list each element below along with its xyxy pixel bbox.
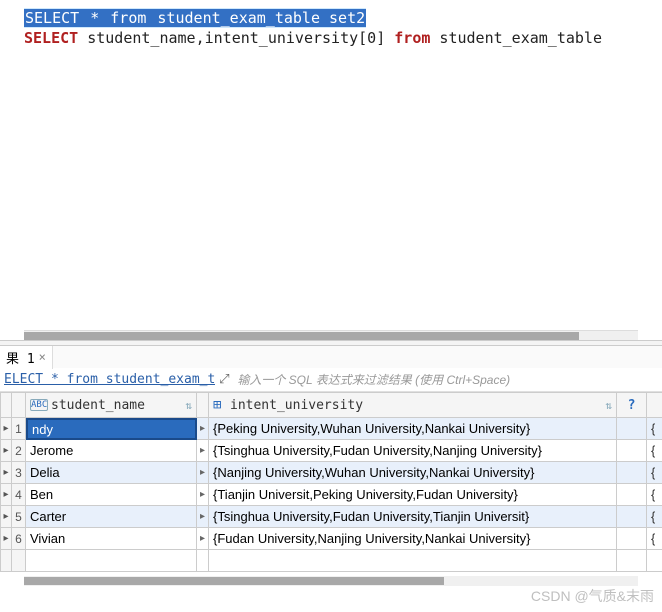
cell-name[interactable]: Carter: [26, 506, 197, 528]
row-marker-header: [0, 392, 12, 418]
cell-university[interactable]: {Tianjin Universit,Peking University,Fud…: [209, 484, 617, 506]
watermark: CSDN @气质&末雨: [531, 586, 654, 606]
cell-gap: [617, 506, 647, 528]
cell-name[interactable]: Ben: [26, 484, 197, 506]
row-number[interactable]: 5: [12, 506, 26, 528]
cell-name[interactable]: Jerome: [26, 440, 197, 462]
cell-edge: [655, 440, 662, 462]
empty-cell: [26, 550, 197, 572]
filter-icon[interactable]: ⇅: [185, 399, 192, 412]
cell-name[interactable]: Delia: [26, 462, 197, 484]
empty-cell: [617, 550, 647, 572]
cell-edge: [655, 528, 662, 550]
help-header[interactable]: ?: [617, 392, 647, 418]
cell-university[interactable]: {Fudan University,Nanjing University,Nan…: [209, 528, 617, 550]
results-grid: ABC student_name ⇅ intent_university ⇅ ?…: [0, 392, 662, 572]
cell-edge: [655, 484, 662, 506]
sql-preview: ELECT * from student_exam_t: [0, 372, 215, 387]
cell-edge: [655, 506, 662, 528]
empty-cell: [655, 550, 662, 572]
row-marker: ▸: [0, 418, 12, 440]
expand-header: [197, 392, 209, 418]
expand-icon[interactable]: ▸: [197, 528, 209, 550]
row-marker: ▸: [0, 506, 12, 528]
row-number[interactable]: 1: [12, 418, 26, 440]
cell-gap: [617, 440, 647, 462]
close-icon[interactable]: ×: [39, 350, 46, 364]
row-number[interactable]: 6: [12, 528, 26, 550]
extra-col-header2: [655, 392, 662, 418]
expand-icon[interactable]: ▸: [197, 418, 209, 440]
result-tab-1[interactable]: 果 1 ×: [0, 346, 53, 369]
cell-name[interactable]: ndy: [26, 418, 197, 440]
array-type-icon: [213, 398, 227, 412]
sql-editor[interactable]: SELECT * from student_exam_table set2 SE…: [0, 0, 662, 330]
cell-gap: [617, 528, 647, 550]
row-number[interactable]: 2: [12, 440, 26, 462]
row-number[interactable]: 4: [12, 484, 26, 506]
sql-keyword-from: from: [109, 9, 147, 27]
expand-icon[interactable]: ▸: [197, 506, 209, 528]
cell-university[interactable]: {Nanjing University,Wuhan University,Nan…: [209, 462, 617, 484]
empty-cell: [209, 550, 617, 572]
row-number: [12, 550, 26, 572]
cell-university[interactable]: {Tsinghua University,Fudan University,Ti…: [209, 506, 617, 528]
grid-horizontal-scrollbar[interactable]: [24, 576, 638, 586]
editor-horizontal-scrollbar[interactable]: [24, 330, 638, 340]
row-marker: ▸: [0, 462, 12, 484]
column-header-univ[interactable]: intent_university ⇅: [209, 392, 617, 418]
filter-icon[interactable]: ⇅: [605, 399, 612, 412]
row-marker: [0, 550, 12, 572]
cell-gap: [617, 462, 647, 484]
row-marker: ▸: [0, 528, 12, 550]
cell-edge: [655, 418, 662, 440]
text-type-icon: ABC: [30, 399, 48, 411]
cell-university[interactable]: {Tsinghua University,Fudan University,Na…: [209, 440, 617, 462]
row-marker: ▸: [0, 484, 12, 506]
cell-name[interactable]: Vivian: [26, 528, 197, 550]
cell-gap: [617, 418, 647, 440]
column-header-name[interactable]: ABC student_name ⇅: [26, 392, 197, 418]
row-marker: ▸: [0, 440, 12, 462]
sql-keyword-select: SELECT: [24, 29, 78, 47]
expand-icon[interactable]: ▸: [197, 462, 209, 484]
sql-keyword-from: from: [394, 29, 430, 47]
expand-icon[interactable]: ⤢: [215, 372, 233, 387]
sql-keyword-select: SELECT: [24, 9, 80, 27]
expand-icon[interactable]: ▸: [197, 440, 209, 462]
cell-gap: [617, 484, 647, 506]
expand-icon[interactable]: ▸: [197, 484, 209, 506]
tab-label: 果 1: [6, 348, 35, 367]
filter-bar: ELECT * from student_exam_t ⤢ 输入一个 SQL 表…: [0, 368, 662, 392]
cell-university[interactable]: {Peking University,Wuhan University,Nank…: [209, 418, 617, 440]
empty-cell: [197, 550, 209, 572]
cell-edge: [655, 462, 662, 484]
row-number-header: [12, 392, 26, 418]
row-number[interactable]: 3: [12, 462, 26, 484]
filter-input[interactable]: 输入一个 SQL 表达式来过滤结果 (使用 Ctrl+Space): [233, 371, 662, 388]
result-tabs: 果 1 ×: [0, 346, 662, 368]
